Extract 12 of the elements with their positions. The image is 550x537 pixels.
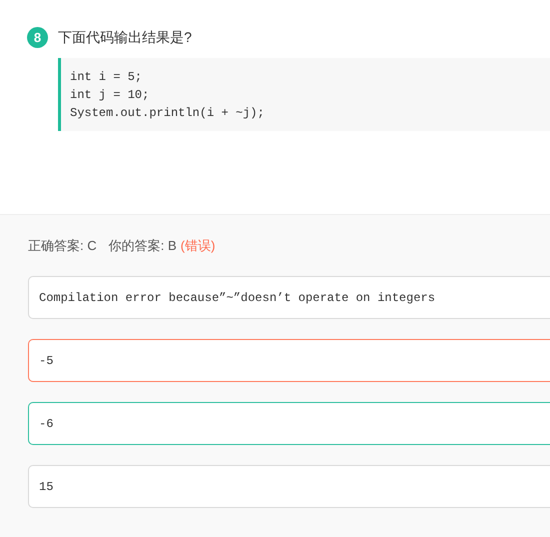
code-line: System.out.println(i + ~j); bbox=[70, 105, 266, 122]
answer-option[interactable]: -5 bbox=[28, 339, 550, 382]
question-number: 8 bbox=[27, 27, 48, 48]
question-title: 下面代码输出结果是? bbox=[58, 28, 192, 46]
correct-answer: 正确答案: C bbox=[28, 237, 97, 255]
code-line: int i = 5; bbox=[70, 69, 144, 86]
answer-option[interactable]: Compilation error because”~”doesn’t operate on integers bbox=[28, 276, 550, 319]
answer-option[interactable]: -6 bbox=[28, 402, 550, 445]
verdict-label: (错误) bbox=[180, 237, 216, 255]
your-answer: 你的答案: B bbox=[108, 237, 177, 255]
code-line: int j = 10; bbox=[70, 87, 150, 104]
answer-option[interactable]: 15 bbox=[28, 465, 550, 508]
